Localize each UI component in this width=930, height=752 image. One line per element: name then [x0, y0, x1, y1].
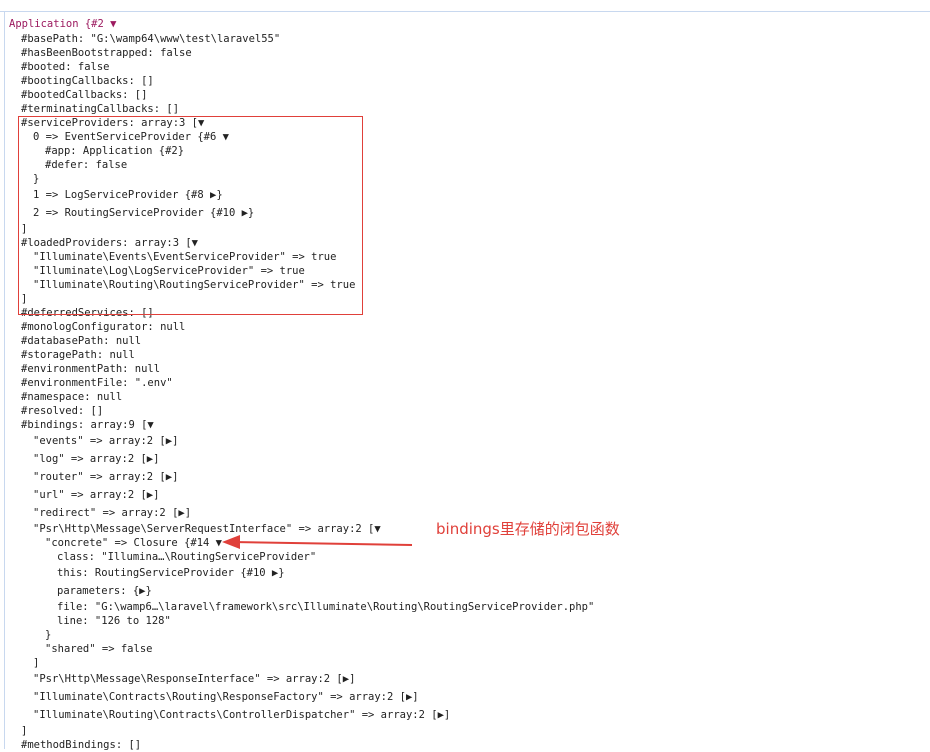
annotation-arrow-icon	[222, 535, 413, 549]
bindings-annotation: bindings里存储的闭包函数	[436, 520, 620, 538]
